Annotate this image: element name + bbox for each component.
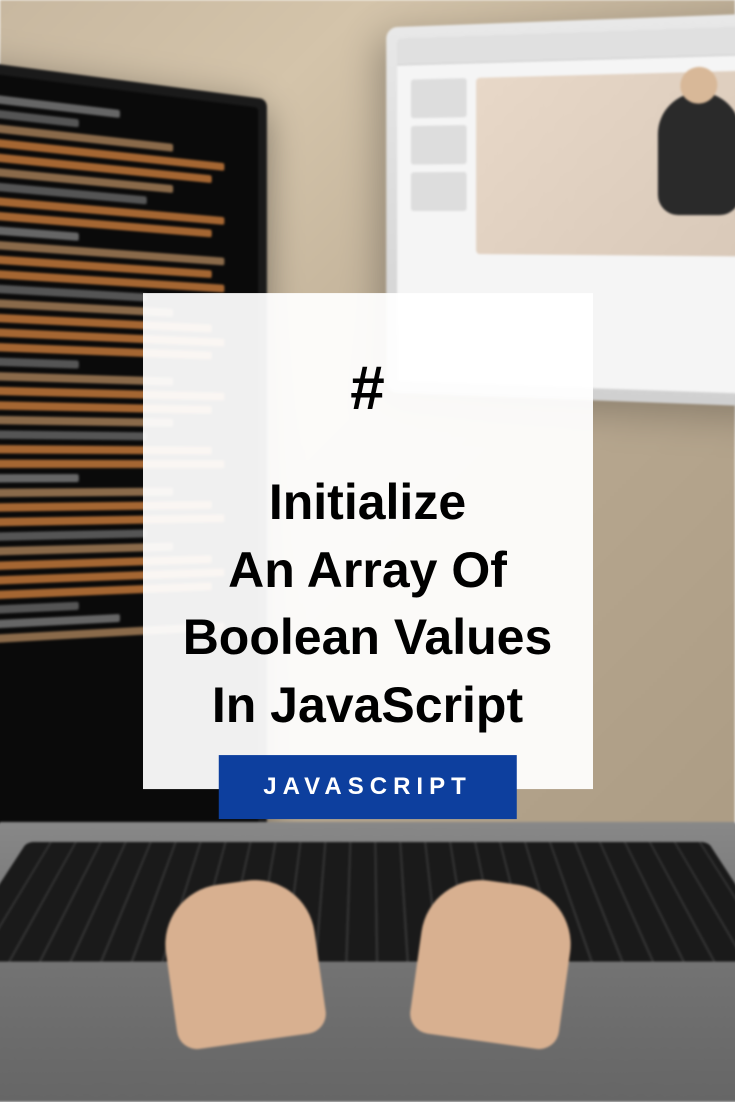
title-line: In JavaScript (178, 672, 558, 740)
browser-content (397, 54, 735, 272)
hash-icon: # (178, 353, 558, 424)
article-title: Initialize An Array Of Boolean Values In… (178, 469, 558, 739)
hands-typing (168, 882, 568, 1062)
title-line: Boolean Values (178, 604, 558, 672)
title-line: Initialize (178, 469, 558, 536)
title-line: An Array Of (178, 537, 558, 605)
title-card: # Initialize An Array Of Boolean Values … (143, 293, 593, 789)
category-badge: JAVASCRIPT (218, 755, 516, 819)
